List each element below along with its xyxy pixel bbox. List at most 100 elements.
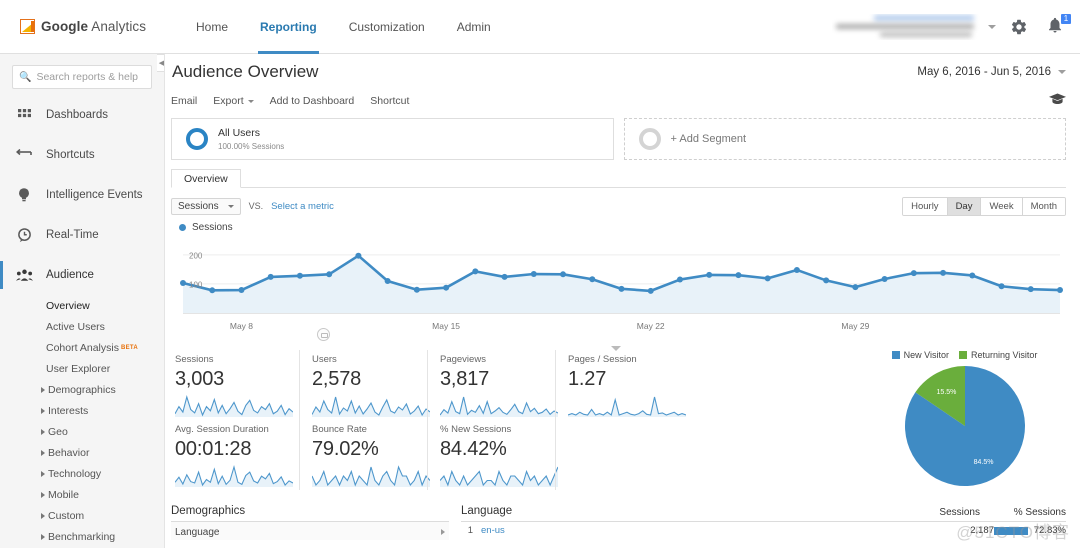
sessions-timeseries-chart[interactable]: Sessions 100 200 May 8 May 15 May 22 May 29 xyxy=(171,222,1066,351)
search-icon: 🔍 xyxy=(19,71,32,83)
sidebar-item-interests[interactable]: Interests xyxy=(0,400,164,421)
chevron-down-icon xyxy=(1058,70,1066,74)
add-to-dashboard-button[interactable]: Add to Dashboard xyxy=(270,95,355,107)
sidebar-collapse-icon[interactable]: ◀ xyxy=(157,54,164,72)
sidebar-item-active-users[interactable]: Active Users xyxy=(0,316,164,337)
kpi-sparkline xyxy=(439,466,559,487)
topnav-item-home[interactable]: Home xyxy=(180,0,244,54)
svg-text:100: 100 xyxy=(189,280,203,289)
segment-all-users[interactable]: All Users 100.00% Sessions xyxy=(171,118,614,160)
export-button[interactable]: Export xyxy=(213,95,254,107)
kpi-label: Pages / Session xyxy=(568,354,637,365)
row-language-name[interactable]: en-us xyxy=(481,525,940,536)
kpi-pageviews[interactable]: Pageviews 3,817 xyxy=(427,350,559,420)
svg-text:15.5%: 15.5% xyxy=(937,389,957,396)
chart-range-slider-handle[interactable] xyxy=(317,328,330,341)
sidebar-item-dashboards[interactable]: Dashboards xyxy=(0,95,164,135)
sidebar-item-cohort-analysis[interactable]: Cohort Analysis BETA xyxy=(0,337,164,358)
lightbulb-icon xyxy=(14,187,34,203)
row-index: 1 xyxy=(467,525,473,536)
sub-item-label: Benchmarking xyxy=(48,530,116,543)
demographics-dimension-row[interactable]: Language xyxy=(171,522,449,540)
kpi-percent-new-sessions[interactable]: % New Sessions 84.42% xyxy=(427,420,559,490)
topnav-item-customization[interactable]: Customization xyxy=(333,0,441,54)
granularity-week[interactable]: Week xyxy=(981,197,1023,215)
sub-item-label: Behavior xyxy=(48,446,90,459)
pie-legend-returning-visitor[interactable]: Returning Visitor xyxy=(958,350,1037,360)
row-pct-group: 72.83% xyxy=(994,525,1066,536)
brand-logo[interactable]: Google Analytics xyxy=(20,19,160,34)
sub-item-label: User Explorer xyxy=(46,362,111,375)
main-content: Audience Overview May 6, 2016 - Jun 5, 2… xyxy=(165,54,1080,548)
tab-overview[interactable]: Overview xyxy=(171,169,241,188)
sidebar-item-overview[interactable]: Overview xyxy=(0,295,164,316)
topnav-item-reporting[interactable]: Reporting xyxy=(244,0,333,54)
kpi-value: 79.02% xyxy=(312,438,379,460)
kpi-value: 1.27 xyxy=(568,368,607,390)
gear-icon-svg xyxy=(1011,19,1027,35)
column-header-sessions: Sessions xyxy=(939,507,980,518)
sidebar-item-user-explorer[interactable]: User Explorer xyxy=(0,358,164,379)
sidebar-item-shortcuts[interactable]: Shortcuts xyxy=(0,135,164,175)
google-analytics-app: Google Analytics Home Reporting Customiz… xyxy=(0,0,1080,548)
audience-people-icon xyxy=(14,269,34,282)
sidebar-item-demographics[interactable]: Demographics xyxy=(0,379,164,400)
svg-text:84.5%: 84.5% xyxy=(974,459,994,466)
sidebar-item-real-time[interactable]: Real-Time xyxy=(0,215,164,255)
select-a-metric-link[interactable]: Select a metric xyxy=(271,201,334,212)
kpi-pages-per-session[interactable]: Pages / Session 1.27 xyxy=(555,350,687,420)
email-button[interactable]: Email xyxy=(171,95,197,107)
segment-donut-icon xyxy=(186,128,208,150)
topnav-item-admin[interactable]: Admin xyxy=(441,0,507,54)
kpi-value: 3,003 xyxy=(175,368,225,390)
sidebar-item-geo[interactable]: Geo xyxy=(0,421,164,442)
sub-item-label: Technology xyxy=(48,467,102,480)
sidebar-item-custom[interactable]: Custom xyxy=(0,505,164,526)
legend-label-sessions: Sessions xyxy=(192,222,233,233)
sidebar-item-technology[interactable]: Technology xyxy=(0,463,164,484)
primary-metric-select[interactable]: Sessions xyxy=(171,197,241,215)
sub-item-label: Demographics xyxy=(48,383,116,396)
account-selector[interactable] xyxy=(832,14,982,40)
table-row[interactable]: 1 en-us 2,187 72.83% xyxy=(461,522,1066,536)
google-analytics-logo-icon xyxy=(20,19,35,34)
granularity-month[interactable]: Month xyxy=(1022,197,1065,215)
granularity-hourly[interactable]: Hourly xyxy=(903,197,948,215)
svg-text:200: 200 xyxy=(189,251,203,260)
summary-section: Sessions 3,003 Users 2,578 Pageviews 3,8… xyxy=(165,350,1080,497)
realtime-clock-icon xyxy=(14,227,34,243)
kpi-sparkline xyxy=(174,464,294,487)
account-chevron-down-icon[interactable] xyxy=(988,25,996,29)
date-range-picker[interactable]: May 6, 2016 - Jun 5, 2016 xyxy=(917,66,1066,78)
search-reports-input[interactable]: 🔍 Search reports & help xyxy=(12,65,152,89)
svg-text:May 8: May 8 xyxy=(230,321,253,331)
kpi-avg-session-duration[interactable]: Avg. Session Duration 00:01:28 xyxy=(171,420,299,490)
segment-name: All Users xyxy=(218,127,261,140)
sidebar-item-benchmarking[interactable]: Benchmarking xyxy=(0,526,164,547)
action-label: Email xyxy=(171,95,198,107)
sidebar-item-label: Dashboards xyxy=(46,109,109,121)
kpi-bounce-rate[interactable]: Bounce Rate 79.02% xyxy=(299,420,431,490)
page-title: Audience Overview xyxy=(172,62,319,81)
shortcut-button[interactable]: Shortcut xyxy=(370,95,409,107)
sidebar-item-audience[interactable]: Audience xyxy=(0,255,164,295)
segment-sessions-pct: 100.00% Sessions xyxy=(218,141,285,151)
kpi-sparkline xyxy=(311,465,431,487)
sidebar-item-behavior[interactable]: Behavior xyxy=(0,442,164,463)
search-placeholder: Search reports & help xyxy=(36,71,139,83)
bottom-panels: Demographics Language Language Sessions … xyxy=(171,505,1066,540)
graduation-cap-icon[interactable] xyxy=(1049,92,1066,110)
add-segment-button[interactable]: + Add Segment xyxy=(623,118,1066,160)
notifications-bell[interactable]: 1 xyxy=(1046,14,1071,38)
sidebar-item-intelligence-events[interactable]: Intelligence Events xyxy=(0,175,164,215)
kpi-sessions[interactable]: Sessions 3,003 xyxy=(171,350,299,420)
pie-legend-new-visitor[interactable]: New Visitor xyxy=(891,350,949,360)
kpi-users[interactable]: Users 2,578 xyxy=(299,350,431,420)
sub-item-label: Interests xyxy=(48,404,89,417)
dashboards-grid-icon xyxy=(14,108,34,122)
sidebar-item-mobile[interactable]: Mobile xyxy=(0,484,164,505)
sidebar-item-label: Shortcuts xyxy=(46,149,95,161)
granularity-day[interactable]: Day xyxy=(947,197,982,215)
gear-icon[interactable] xyxy=(1010,18,1028,36)
pie-canvas[interactable]: 84.5% 15.5% xyxy=(855,362,1074,492)
